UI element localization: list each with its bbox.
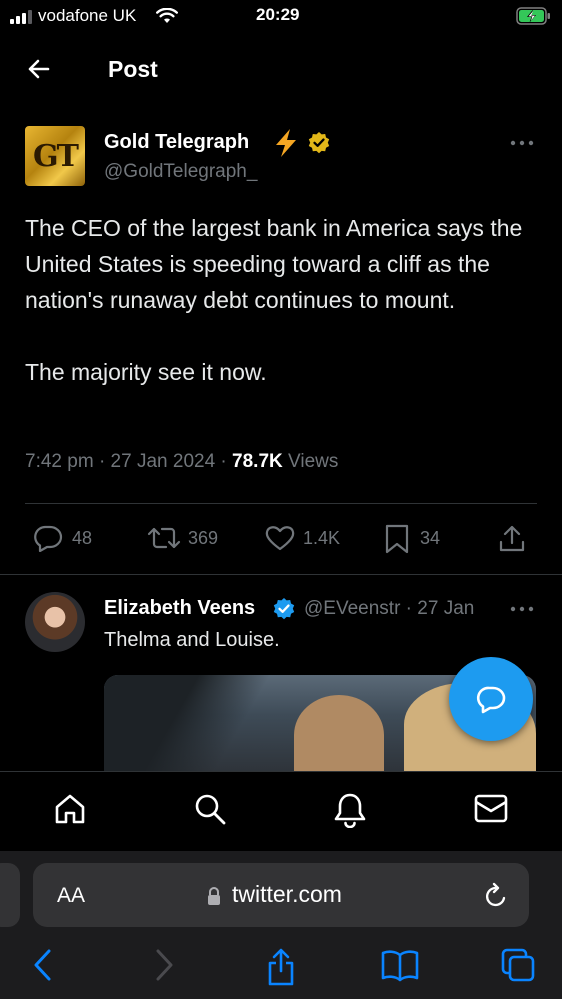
reply-author-avatar[interactable] — [25, 592, 85, 652]
author-name[interactable]: Gold Telegraph — [104, 131, 249, 154]
status-time: 20:29 — [256, 5, 300, 24]
signal-icon — [10, 10, 32, 24]
verified-gold-badge-icon[interactable] — [307, 131, 331, 155]
verified-blue-badge-icon[interactable] — [272, 597, 296, 621]
like-heart-icon[interactable] — [264, 524, 296, 552]
repost-count: 369 — [188, 528, 219, 548]
divider — [25, 503, 537, 504]
meta-separator: · — [220, 451, 233, 472]
compose-reply-button[interactable] — [449, 657, 533, 741]
back-arrow-icon[interactable] — [26, 56, 52, 82]
search-icon[interactable] — [193, 792, 227, 826]
repost-icon[interactable] — [146, 524, 182, 552]
tweet-text: The CEO of the largest bank in America s… — [25, 215, 523, 385]
forward-chevron-icon[interactable] — [152, 947, 176, 983]
more-options-icon[interactable] — [510, 606, 534, 612]
media-figure — [294, 695, 384, 775]
views-label: Views — [288, 451, 339, 472]
bookmark-count: 34 — [420, 528, 441, 548]
lightning-bolt-icon — [276, 129, 296, 157]
reply-text: Thelma and Louise. — [104, 629, 280, 651]
reload-icon[interactable] — [483, 882, 509, 910]
reply-count: 48 — [72, 528, 93, 548]
tweet-date[interactable]: 27 Jan 2024 — [111, 451, 216, 472]
text-size-button[interactable]: AA — [57, 884, 85, 908]
tweet-time[interactable]: 7:42 pm — [25, 451, 94, 472]
divider — [0, 574, 562, 575]
views-count: 78.7K — [232, 451, 283, 472]
bookmark-icon[interactable] — [384, 524, 410, 554]
more-options-icon[interactable] — [510, 140, 534, 146]
battery-charging-icon — [516, 7, 550, 25]
url-text[interactable]: twitter.com — [232, 881, 342, 908]
author-handle[interactable]: @GoldTelegraph_ — [104, 161, 257, 183]
reply-author-handle[interactable]: @EVeenstr · 27 Jan — [304, 598, 474, 620]
share-icon[interactable] — [498, 524, 526, 554]
reply-icon[interactable] — [33, 524, 63, 552]
tweet-meta: 7:42 pm · 27 Jan 2024 · 78.7K Views — [25, 451, 338, 473]
status-bar: vodafone UK 20:29 — [0, 0, 562, 34]
page-title: Post — [108, 56, 158, 82]
share-sheet-icon[interactable] — [265, 947, 297, 987]
media-shadow — [104, 675, 284, 775]
chat-bubble-icon — [476, 686, 506, 714]
wifi-icon — [156, 8, 178, 23]
carrier-name: vodafone UK — [38, 6, 137, 25]
messages-envelope-icon[interactable] — [473, 792, 509, 826]
author-avatar[interactable]: GT — [25, 126, 85, 186]
lock-icon — [208, 887, 220, 905]
previous-tab-peek[interactable] — [0, 863, 20, 927]
reply-author-name[interactable]: Elizabeth Veens — [104, 597, 255, 620]
home-icon[interactable] — [53, 792, 87, 826]
avatar-logo-text: GT — [33, 138, 79, 174]
meta-separator: · — [98, 451, 111, 472]
reply-date: 27 Jan — [417, 598, 475, 619]
notifications-bell-icon[interactable] — [333, 792, 367, 828]
like-count: 1.4K — [303, 528, 341, 548]
back-chevron-icon[interactable] — [31, 947, 55, 983]
tabs-overview-icon[interactable] — [500, 947, 536, 983]
bookmarks-book-icon[interactable] — [380, 947, 420, 983]
